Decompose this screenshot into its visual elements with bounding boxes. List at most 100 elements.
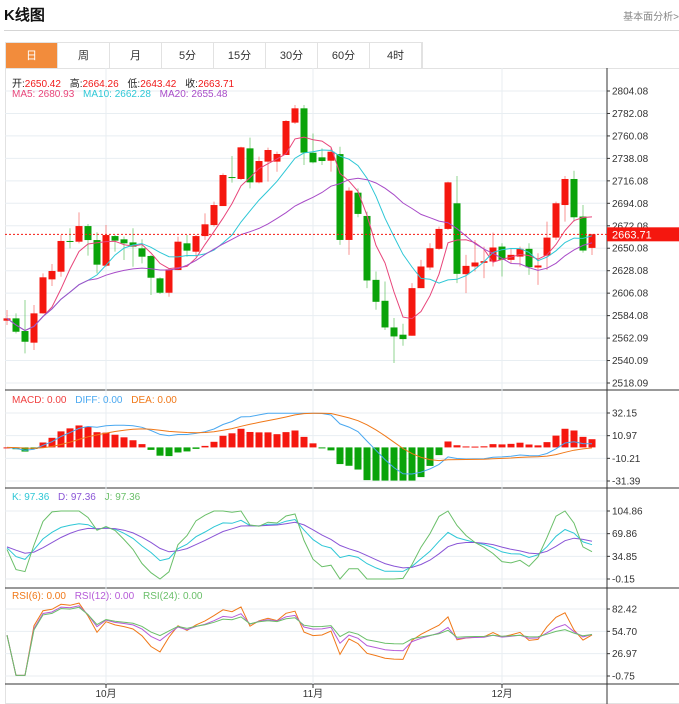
macd-bar (426, 447, 434, 466)
rsi24-line (6, 606, 593, 676)
candle-down (453, 203, 461, 274)
x-tick-label: 12月 (491, 688, 512, 700)
macd-bar (471, 446, 479, 448)
macd-bar (381, 447, 389, 481)
diff-value: DIFF: 0.00 (75, 395, 123, 406)
macd-bar (174, 447, 182, 453)
y-tick-label: 26.97 (612, 649, 637, 660)
candle-up (219, 175, 227, 207)
candle-up (57, 240, 65, 272)
candle-up (291, 108, 299, 123)
y-tick-label: 2782.08 (612, 109, 649, 120)
candle-down (111, 236, 119, 241)
candle-up (174, 241, 182, 271)
y-tick-label: 2562.09 (612, 334, 649, 345)
y-tick-label: 2606.08 (612, 289, 649, 300)
y-tick-label: 2650.08 (612, 244, 649, 255)
candle-down (300, 108, 308, 153)
ohlc-legend: 开:2650.42 高:2664.26 低:2643.42 收:2663.71 (12, 75, 240, 90)
y-tick-label: 2716.08 (612, 176, 649, 187)
macd-bar (453, 445, 461, 448)
j-line (6, 510, 593, 580)
macd-bar (507, 443, 515, 448)
candle-up (417, 266, 425, 289)
macd-bar (192, 447, 200, 449)
candle-down (381, 300, 389, 328)
candle-up (426, 248, 434, 268)
macd-bar (129, 440, 137, 448)
j-value: J: 97.36 (104, 492, 141, 503)
macd-bar (138, 444, 146, 448)
macd-bar (165, 447, 173, 457)
macd-bar (462, 446, 470, 448)
macd-bar (489, 444, 497, 448)
candle-down (309, 152, 317, 163)
macd-value: MACD: 0.00 (12, 395, 67, 406)
candle-down (147, 255, 155, 278)
rsi24-value: RSI(24): 0.00 (142, 591, 203, 602)
macd-bar (543, 442, 551, 448)
macd-bar (579, 436, 587, 448)
candle-down (84, 226, 92, 241)
candle-down (138, 248, 146, 257)
ma20-value: MA20: 2655.48 (159, 89, 228, 100)
y-tick-label: 32.15 (612, 409, 637, 420)
macd-bar (525, 444, 533, 448)
macd-legend: MACD: 0.00 DIFF: 0.00 DEA: 0.00 (12, 395, 183, 406)
macd-bar (201, 445, 209, 448)
y-tick-label: 69.86 (612, 529, 637, 540)
rsi6-line (6, 602, 593, 676)
y-tick-label: -0.15 (612, 575, 635, 586)
macd-bar (552, 435, 560, 448)
candle-down (156, 278, 164, 293)
macd-bar (336, 447, 344, 465)
candle-up (408, 288, 416, 336)
candle-down (318, 157, 326, 162)
y-tick-label: 2540.09 (612, 356, 649, 367)
candle-up (462, 265, 470, 275)
ma5-value: MA5: 2680.93 (12, 89, 75, 100)
macd-bar (210, 441, 218, 448)
rsi12-line (6, 605, 593, 676)
macd-bar (246, 431, 254, 448)
d-value: D: 97.36 (58, 492, 96, 503)
ma-legend: MA5: 2680.93 MA10: 2662.28 MA20: 2655.48 (12, 89, 233, 100)
candle-down (363, 215, 371, 281)
macd-bar (516, 442, 524, 448)
candle-up (264, 149, 272, 162)
y-tick-label: 2760.08 (612, 131, 649, 142)
y-tick-label: 104.86 (612, 507, 643, 518)
macd-bar (498, 444, 506, 448)
candle-up (102, 235, 110, 266)
macd-bar (390, 447, 398, 481)
y-tick-label: -10.21 (612, 454, 641, 465)
macd-bar (147, 447, 155, 450)
candle-up (192, 236, 200, 252)
candle-up (345, 190, 353, 240)
macd-bar (435, 447, 443, 456)
candle-up (534, 265, 542, 268)
macd-bar (102, 432, 110, 448)
y-tick-label: 34.85 (612, 552, 637, 563)
macd-bar (228, 433, 236, 448)
dea-value: DEA: 0.00 (131, 395, 177, 406)
candle-down (354, 192, 362, 214)
macd-bar (354, 447, 362, 470)
k-value: K: 97.36 (12, 492, 50, 503)
last-price-label: 2663.71 (612, 229, 652, 241)
y-tick-label: 2584.08 (612, 311, 649, 322)
macd-bar (273, 434, 281, 448)
macd-bar (399, 447, 407, 481)
kdj-legend: K: 97.36 D: 97.36 J: 97.36 (12, 492, 146, 503)
macd-bar (282, 432, 290, 448)
macd-bar (300, 436, 308, 448)
y-tick-label: -31.39 (612, 477, 641, 488)
macd-bar (111, 434, 119, 448)
candle-up (165, 269, 173, 293)
macd-bar (480, 446, 488, 448)
macd-bar (183, 447, 191, 452)
macd-bar (570, 430, 578, 448)
candle-down (120, 239, 128, 244)
y-tick-label: -0.75 (612, 672, 635, 683)
y-tick-label: 2694.08 (612, 199, 649, 210)
